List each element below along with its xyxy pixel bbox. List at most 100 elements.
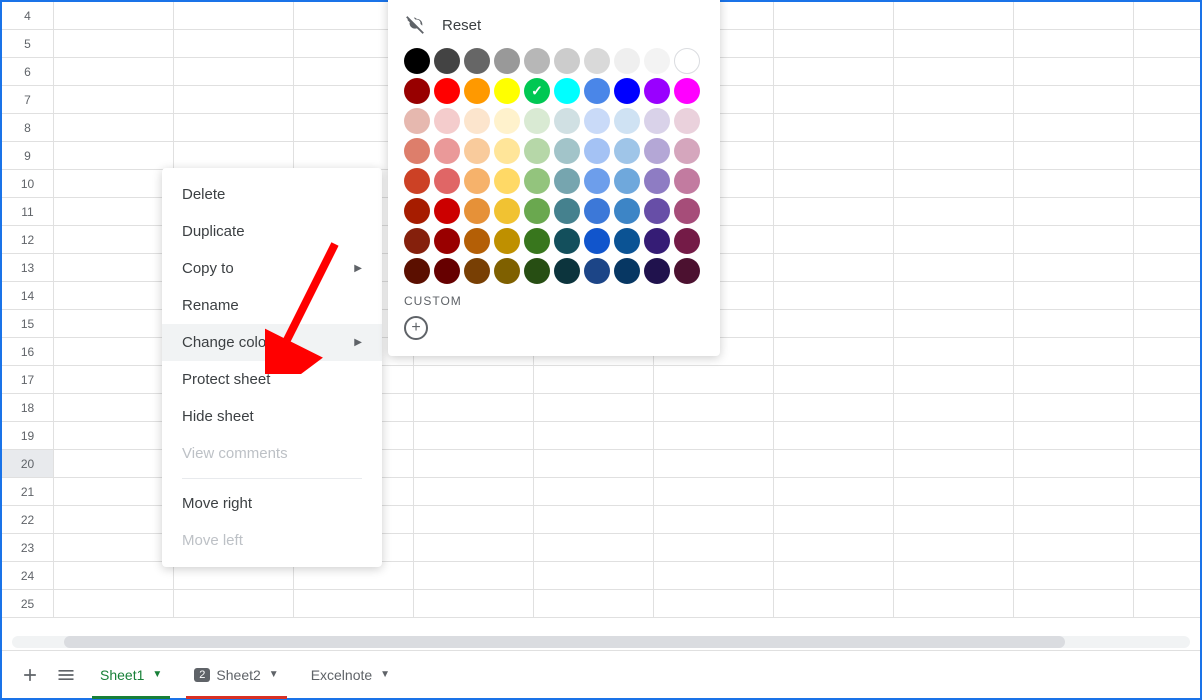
color-swatch[interactable]	[404, 108, 430, 134]
cell[interactable]	[174, 114, 294, 141]
cell[interactable]	[774, 30, 894, 57]
color-swatch[interactable]	[434, 258, 460, 284]
cell[interactable]	[1134, 562, 1202, 589]
cell[interactable]	[414, 394, 534, 421]
color-swatch[interactable]	[584, 228, 610, 254]
cell[interactable]	[654, 478, 774, 505]
sheet-tab-sheet2[interactable]: 2 Sheet2 ▼	[178, 651, 294, 699]
color-swatch[interactable]	[524, 138, 550, 164]
scroll-thumb[interactable]	[64, 636, 1065, 648]
row-header[interactable]: 25	[2, 590, 54, 617]
cell[interactable]	[1014, 338, 1134, 365]
row-header[interactable]: 4	[2, 2, 54, 29]
cell[interactable]	[894, 366, 1014, 393]
color-swatch[interactable]	[674, 168, 700, 194]
cell[interactable]	[1014, 86, 1134, 113]
row-header[interactable]: 20	[2, 450, 54, 477]
cell[interactable]	[1134, 366, 1202, 393]
cell[interactable]	[894, 114, 1014, 141]
color-swatch[interactable]	[554, 48, 580, 74]
cell[interactable]	[54, 170, 174, 197]
color-swatch[interactable]	[464, 108, 490, 134]
cell[interactable]	[534, 450, 654, 477]
cell[interactable]	[894, 142, 1014, 169]
color-swatch[interactable]	[524, 228, 550, 254]
horizontal-scrollbar[interactable]	[12, 636, 1190, 648]
cell[interactable]	[174, 142, 294, 169]
cell[interactable]	[1014, 226, 1134, 253]
menu-rename[interactable]: Rename	[162, 287, 382, 324]
cell[interactable]	[174, 2, 294, 29]
cell[interactable]	[1014, 142, 1134, 169]
color-swatch[interactable]	[464, 198, 490, 224]
cell[interactable]	[654, 534, 774, 561]
color-swatch[interactable]	[494, 258, 520, 284]
color-swatch[interactable]	[584, 258, 610, 284]
cell[interactable]	[54, 338, 174, 365]
cell[interactable]	[774, 394, 894, 421]
color-swatch[interactable]	[554, 168, 580, 194]
cell[interactable]	[774, 254, 894, 281]
color-swatch[interactable]	[434, 228, 460, 254]
cell[interactable]	[774, 478, 894, 505]
cell[interactable]	[1014, 114, 1134, 141]
cell[interactable]	[1134, 506, 1202, 533]
cell[interactable]	[654, 422, 774, 449]
color-swatch[interactable]	[554, 228, 580, 254]
cell[interactable]	[1134, 534, 1202, 561]
color-swatch[interactable]	[494, 228, 520, 254]
grid-row[interactable]: 25	[2, 590, 1200, 618]
color-swatch[interactable]	[554, 78, 580, 104]
cell[interactable]	[54, 450, 174, 477]
chevron-down-icon[interactable]: ▼	[152, 669, 162, 680]
color-swatch[interactable]	[554, 108, 580, 134]
cell[interactable]	[54, 114, 174, 141]
cell[interactable]	[1134, 142, 1202, 169]
cell[interactable]	[54, 30, 174, 57]
color-swatch[interactable]	[434, 168, 460, 194]
cell[interactable]	[414, 366, 534, 393]
cell[interactable]	[654, 450, 774, 477]
cell[interactable]	[54, 394, 174, 421]
cell[interactable]	[1014, 30, 1134, 57]
cell[interactable]	[54, 478, 174, 505]
color-swatch[interactable]	[644, 108, 670, 134]
color-swatch[interactable]	[554, 138, 580, 164]
cell[interactable]	[894, 338, 1014, 365]
cell[interactable]	[54, 282, 174, 309]
color-swatch[interactable]	[584, 198, 610, 224]
cell[interactable]	[54, 590, 174, 617]
color-swatch[interactable]	[614, 138, 640, 164]
cell[interactable]	[54, 534, 174, 561]
cell[interactable]	[1014, 590, 1134, 617]
color-swatch[interactable]	[674, 108, 700, 134]
cell[interactable]	[1134, 170, 1202, 197]
cell[interactable]	[1134, 338, 1202, 365]
color-swatch[interactable]	[614, 108, 640, 134]
sheet-tab-excelnote[interactable]: Excelnote ▼	[295, 651, 406, 699]
menu-move-right[interactable]: Move right	[162, 485, 382, 522]
color-swatch[interactable]	[494, 48, 520, 74]
cell[interactable]	[1014, 394, 1134, 421]
menu-hide-sheet[interactable]: Hide sheet	[162, 398, 382, 435]
cell[interactable]	[774, 2, 894, 29]
cell[interactable]	[414, 534, 534, 561]
color-swatch[interactable]	[614, 78, 640, 104]
cell[interactable]	[654, 562, 774, 589]
color-swatch[interactable]	[524, 78, 550, 104]
row-header[interactable]: 11	[2, 198, 54, 225]
cell[interactable]	[894, 562, 1014, 589]
cell[interactable]	[1134, 254, 1202, 281]
color-swatch[interactable]	[404, 78, 430, 104]
add-sheet-button[interactable]	[12, 657, 48, 693]
cell[interactable]	[774, 58, 894, 85]
cell[interactable]	[1014, 478, 1134, 505]
cell[interactable]	[1134, 226, 1202, 253]
color-swatch[interactable]	[584, 48, 610, 74]
cell[interactable]	[774, 282, 894, 309]
color-swatch[interactable]	[584, 78, 610, 104]
cell[interactable]	[774, 86, 894, 113]
row-header[interactable]: 16	[2, 338, 54, 365]
color-swatch[interactable]	[674, 228, 700, 254]
cell[interactable]	[1134, 394, 1202, 421]
